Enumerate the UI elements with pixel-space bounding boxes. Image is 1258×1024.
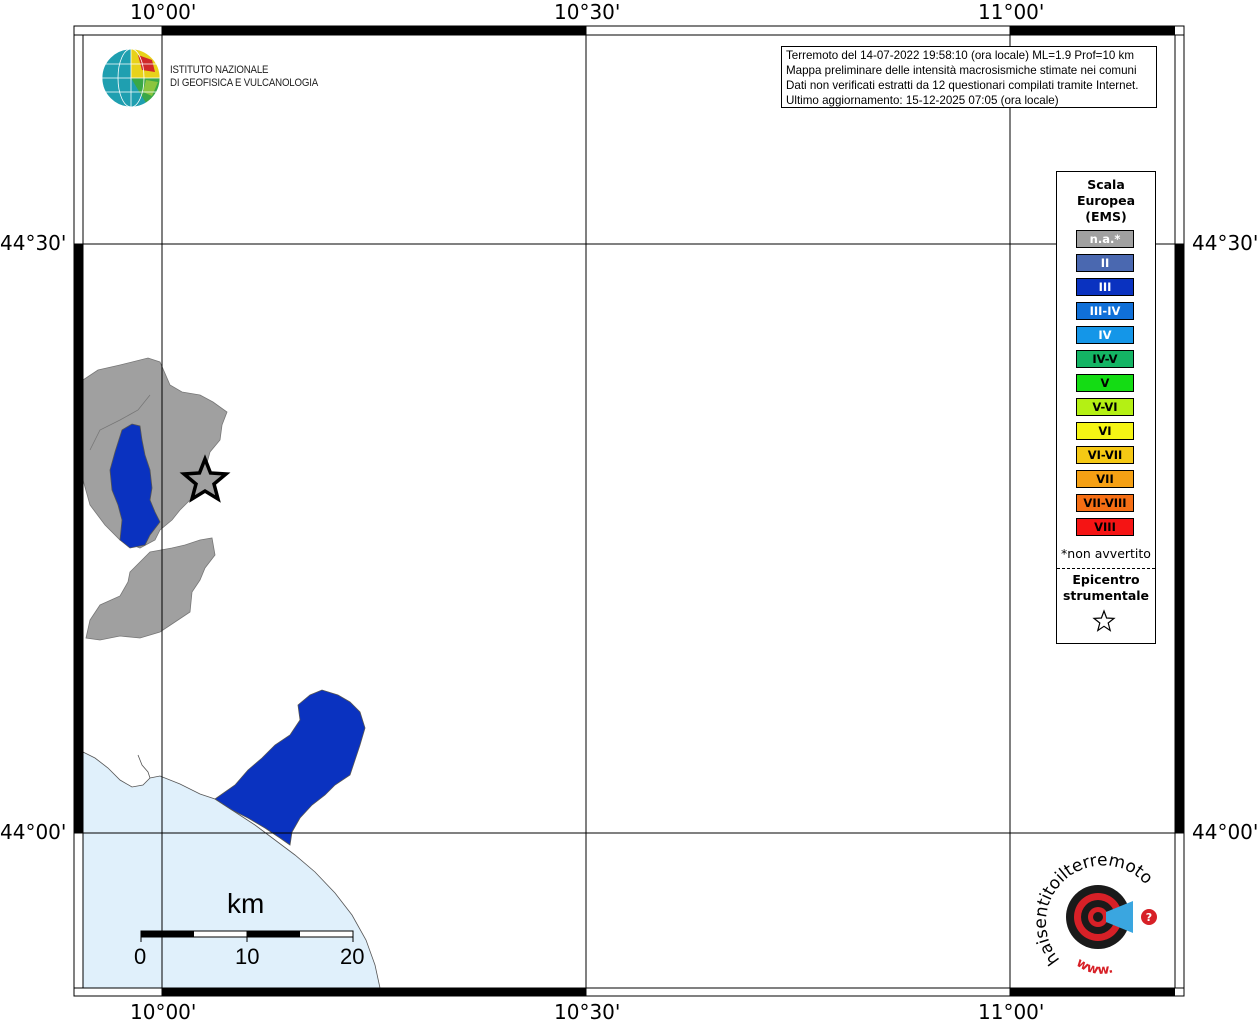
right-label-44-30: 44°30' [1192, 231, 1258, 255]
scale-label-20: 20 [340, 944, 365, 969]
top-label-10-00: 10°00' [130, 0, 197, 24]
scale-label-10: 10 [235, 944, 260, 969]
ingv-line1: ISTITUTO NAZIONALE [170, 64, 269, 76]
ingv-institute-name: ISTITUTO NAZIONALE DI GEOFISICA E VULCAN… [170, 64, 318, 90]
scale-label-0: 0 [134, 944, 147, 969]
legend-title-line2: Europea [1076, 193, 1136, 208]
legend-item: VIII [1076, 518, 1134, 536]
legend-title: Scala Europea (EMS) [1057, 177, 1155, 225]
legend-note: *non avvertito [1061, 546, 1151, 561]
legend-item: n.a.* [1076, 230, 1134, 248]
bottom-label-10-30: 10°30' [554, 1000, 621, 1024]
legend-title-line3: (EMS) [1085, 209, 1127, 224]
legend-epicenter-line2: strumentale [1062, 588, 1150, 603]
legend-epicenter-line1: Epicentro [1072, 572, 1140, 587]
right-label-44-00: 44°00' [1192, 820, 1258, 844]
legend-item: II [1076, 254, 1134, 272]
legend-title-line1: Scala [1087, 177, 1125, 192]
event-info-line2: Mappa preliminare delle intensità macros… [786, 64, 1137, 77]
legend-item: IV-V [1076, 350, 1134, 368]
event-info-line1: Terremoto del 14-07-2022 19:58:10 (ora l… [786, 49, 1135, 62]
top-label-11-00: 11°00' [978, 0, 1045, 24]
legend-star-icon [1092, 609, 1116, 632]
legend-item: V [1076, 374, 1134, 392]
legend-item: VII-VIII [1076, 494, 1134, 512]
bottom-label-10-00: 10°00' [130, 1000, 197, 1024]
legend-item: VII [1076, 470, 1134, 488]
left-label-44-00: 44°00' [0, 820, 67, 844]
legend-item: IV [1076, 326, 1134, 344]
legend-item: VI-VII [1076, 446, 1134, 464]
legend-item: III-IV [1076, 302, 1134, 320]
bottom-label-11-00: 11°00' [978, 1000, 1045, 1024]
ingv-line2: DI GEOFISICA E VULCANOLOGIA [170, 77, 319, 89]
hsit-question-mark: ? [1146, 911, 1152, 924]
scale-unit-label: km [227, 888, 265, 919]
legend-item: III [1076, 278, 1134, 296]
ems-legend: Scala Europea (EMS) n.a.* II III III-IV IV IV… [1056, 171, 1156, 644]
legend-item: VI [1076, 422, 1134, 440]
ingv-logo-icon [101, 48, 161, 108]
event-info-line3: Dati non verificati estratti da 12 quest… [786, 79, 1139, 92]
event-info-box: Terremoto del 14-07-2022 19:58:10 (ora l… [781, 46, 1157, 108]
event-info-line4: Ultimo aggiornamento: 15-12-2025 07:05 (… [786, 94, 1059, 107]
left-label-44-30: 44°30' [0, 231, 67, 255]
legend-epicenter-label: Epicentro strumentale [1057, 572, 1155, 604]
legend-separator [1057, 568, 1155, 569]
top-label-10-30: 10°30' [554, 0, 621, 24]
legend-item: V-VI [1076, 398, 1134, 416]
